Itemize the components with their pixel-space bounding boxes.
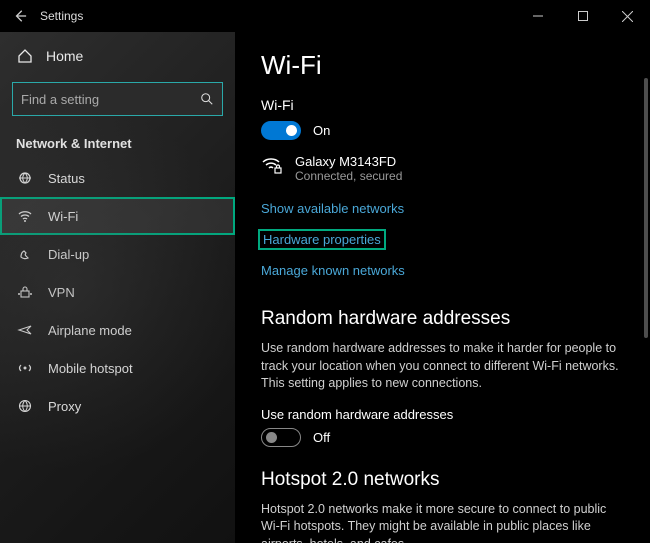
status-icon [16,170,34,186]
hotspot20-desc: Hotspot 2.0 networks make it more secure… [261,501,624,543]
wifi-toggle[interactable] [261,121,301,140]
home-label: Home [46,48,83,64]
airplane-icon [16,322,34,338]
random-hw-desc: Use random hardware addresses to make it… [261,340,624,393]
sidebar-item-proxy[interactable]: Proxy [0,387,235,425]
sidebar-item-label: Wi-Fi [48,209,78,224]
sidebar-item-airplane[interactable]: Airplane mode [0,311,235,349]
sidebar-group-title: Network & Internet [0,126,235,159]
wifi-icon [16,208,34,224]
random-hw-toggle-state: Off [313,430,330,445]
sidebar-item-label: Mobile hotspot [48,361,133,376]
titlebar-left: Settings [0,0,83,32]
close-button[interactable] [605,0,650,32]
sidebar-item-label: VPN [48,285,75,300]
current-network[interactable]: Galaxy M3143FD Connected, secured [261,154,624,183]
back-button[interactable] [0,0,40,32]
home-icon [16,48,34,64]
random-hw-toggle-row: Off [261,428,624,447]
hotspot20-title: Hotspot 2.0 networks [261,469,624,491]
random-hw-toggle-label: Use random hardware addresses [261,407,624,422]
sidebar-item-label: Airplane mode [48,323,132,338]
minimize-icon [533,11,543,21]
content-area: Wi-Fi Wi-Fi On [235,32,650,543]
sidebar-item-label: Proxy [48,399,81,414]
sidebar-item-vpn[interactable]: VPN [0,273,235,311]
link-hardware-properties[interactable]: Hardware properties [261,232,383,247]
search-placeholder: Find a setting [21,92,99,107]
search-wrap: Find a setting [12,82,223,116]
wifi-toggle-state: On [313,123,330,138]
settings-window: Settings Home Find a [0,0,650,543]
wifi-subheading: Wi-Fi [261,97,624,113]
sidebar: Home Find a setting Network & Internet S… [0,32,235,543]
sidebar-item-label: Dial-up [48,247,89,262]
toggle-knob [286,125,297,136]
link-show-networks[interactable]: Show available networks [261,201,404,216]
minimize-button[interactable] [515,0,560,32]
dialup-icon [16,246,34,262]
random-hw-title: Random hardware addresses [261,308,624,330]
toggle-knob [266,432,277,443]
sidebar-item-status[interactable]: Status [0,159,235,197]
sidebar-item-hotspot[interactable]: Mobile hotspot [0,349,235,387]
scrollbar-thumb[interactable] [644,78,648,338]
search-input[interactable]: Find a setting [12,82,223,116]
network-status: Connected, secured [295,169,402,183]
maximize-icon [578,11,588,21]
hotspot-icon [16,360,34,376]
network-text: Galaxy M3143FD Connected, secured [295,154,402,183]
search-icon [200,92,214,106]
sidebar-item-label: Status [48,171,85,186]
network-name: Galaxy M3143FD [295,154,402,169]
sidebar-item-wifi[interactable]: Wi-Fi [0,197,235,235]
titlebar: Settings [0,0,650,32]
page-title: Wi-Fi [261,50,624,81]
wifi-toggle-row: On [261,121,624,140]
sidebar-item-dialup[interactable]: Dial-up [0,235,235,273]
proxy-icon [16,398,34,414]
window-controls [515,0,650,32]
link-manage-known[interactable]: Manage known networks [261,263,405,278]
wifi-secured-icon [261,154,283,176]
body: Home Find a setting Network & Internet S… [0,32,650,543]
close-icon [622,11,633,22]
vpn-icon [16,284,34,300]
maximize-button[interactable] [560,0,605,32]
home-nav[interactable]: Home [0,36,235,76]
random-hw-toggle[interactable] [261,428,301,447]
window-title: Settings [40,9,83,23]
scrollbar[interactable] [644,38,648,537]
arrow-left-icon [13,9,27,23]
